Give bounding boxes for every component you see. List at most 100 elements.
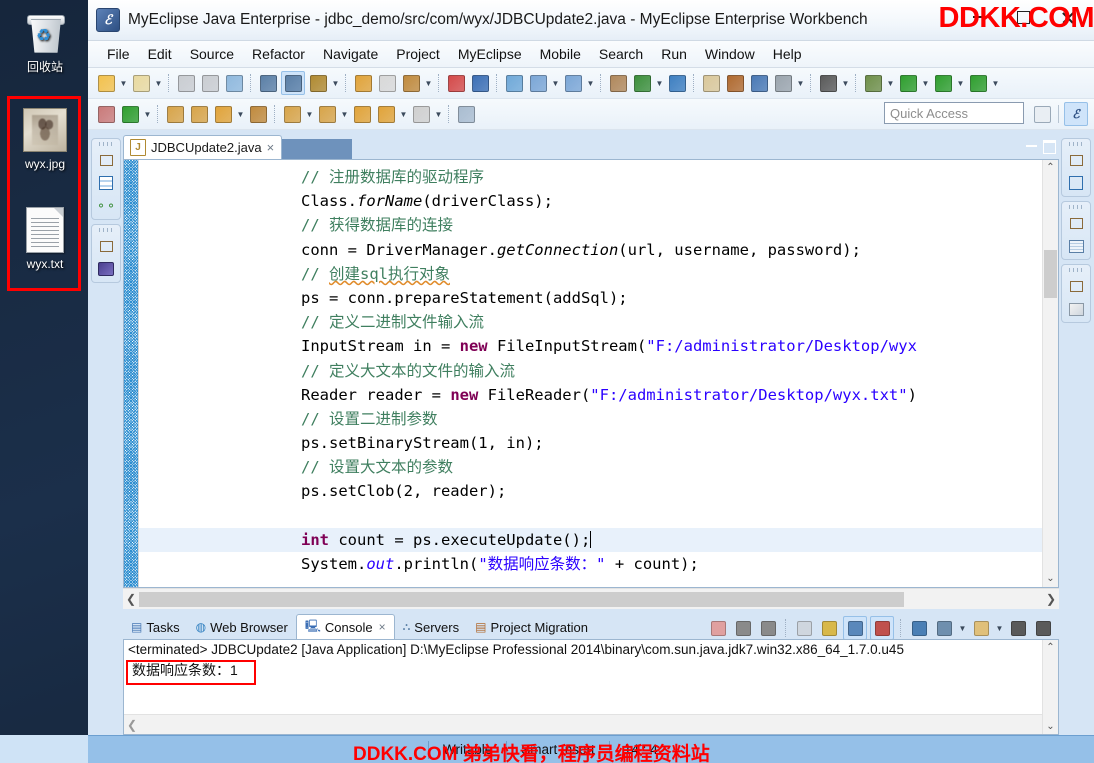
myeclipse-explorer-icon[interactable] [96, 260, 116, 278]
debug-icon[interactable] [862, 72, 884, 94]
new-java-project-icon[interactable] [130, 72, 152, 94]
menu-item-file[interactable]: File [98, 44, 139, 64]
scrollbar-thumb[interactable] [1044, 250, 1057, 298]
code-line[interactable]: // 定义二进制文件输入流 [139, 310, 1042, 334]
dropdown-arrow-icon[interactable]: ▼ [990, 72, 1001, 94]
run-server-icon[interactable] [631, 72, 653, 94]
globe-icon[interactable] [666, 72, 688, 94]
show-console-on-error-icon[interactable] [870, 616, 894, 640]
dropdown-arrow-icon[interactable]: ▼ [885, 72, 896, 94]
new-green-circle-icon[interactable] [119, 103, 141, 125]
open-console-icon[interactable] [970, 617, 992, 639]
dropdown-arrow-icon[interactable]: ▼ [339, 103, 350, 125]
view-grip[interactable] [1069, 268, 1083, 272]
dropdown-arrow-icon[interactable]: ▼ [153, 72, 164, 94]
clean-icon[interactable] [700, 72, 722, 94]
print-icon[interactable] [223, 72, 245, 94]
code-line[interactable]: // 创建sql执行对象 [139, 262, 1042, 286]
scroll-lock-icon[interactable] [818, 617, 840, 639]
dropdown-arrow-icon[interactable]: ▼ [330, 72, 341, 94]
menu-item-source[interactable]: Source [181, 44, 243, 64]
desktop-icon-recycle-bin[interactable]: ♻ 回收站 [3, 6, 87, 74]
open-folder-green-icon[interactable] [164, 103, 186, 125]
hscrollbar-thumb[interactable] [139, 591, 904, 607]
previous-annotation-icon[interactable] [316, 103, 338, 125]
menu-item-search[interactable]: Search [590, 44, 652, 64]
menu-item-mobile[interactable]: Mobile [531, 44, 590, 64]
menu-item-refactor[interactable]: Refactor [243, 44, 314, 64]
import-project-icon[interactable] [607, 72, 629, 94]
code-line[interactable]: int count = ps.executeUpdate(); [139, 527, 1042, 552]
code-line[interactable]: conn = DriverManager.getConnection(url, … [139, 238, 1042, 262]
dropdown-arrow-icon[interactable]: ▼ [142, 103, 153, 125]
code-line[interactable]: ps.setBinaryStream(1, in); [139, 431, 1042, 455]
menu-item-window[interactable]: Window [696, 44, 764, 64]
clear-console-icon[interactable] [793, 617, 815, 639]
open-resource-icon[interactable] [247, 103, 269, 125]
outline-icon[interactable] [1066, 174, 1086, 192]
dropdown-arrow-icon[interactable]: ▼ [118, 72, 129, 94]
server-cube-icon[interactable] [469, 72, 491, 94]
menu-item-edit[interactable]: Edit [139, 44, 181, 64]
tab-servers[interactable]: ⛬ Servers [395, 615, 468, 639]
save-all-icon[interactable] [199, 72, 221, 94]
myeclipse-perspective-icon[interactable]: ℰ [1064, 102, 1088, 126]
code-line[interactable]: System.out.println("数据响应条数：" + count); [139, 552, 1042, 576]
new-window-icon[interactable] [455, 103, 477, 125]
undo-icon[interactable] [352, 72, 374, 94]
scroll-right-icon[interactable]: ❯ [1043, 592, 1059, 606]
dropdown-arrow-icon[interactable]: ▼ [398, 103, 409, 125]
display-selected-console-icon[interactable] [933, 617, 955, 639]
scroll-down-icon[interactable]: ⌄ [1046, 571, 1054, 587]
web-20-icon[interactable] [503, 72, 525, 94]
debug-mobile-icon[interactable] [281, 71, 305, 95]
new-wizard-icon[interactable] [95, 72, 117, 94]
back-history-icon[interactable] [351, 103, 373, 125]
close-icon[interactable]: × [379, 620, 386, 634]
snapshot-icon[interactable] [817, 72, 839, 94]
editor-horizontal-scrollbar[interactable]: ❮ ❯ [123, 588, 1059, 609]
code-line[interactable]: ps = conn.prepareStatement(addSql); [139, 286, 1042, 310]
minimize-editor-icon[interactable] [1026, 145, 1037, 147]
run-configurations-icon[interactable] [932, 72, 954, 94]
dropdown-arrow-icon[interactable]: ▼ [433, 103, 444, 125]
code-line[interactable]: Class.forName(driverClass); [139, 189, 1042, 213]
maximize-view-icon[interactable] [1032, 617, 1054, 639]
dropdown-arrow-icon[interactable]: ▼ [994, 617, 1005, 639]
view-grip[interactable] [1069, 142, 1083, 146]
task-list-icon[interactable] [1066, 237, 1086, 255]
code-line[interactable]: Reader reader = new FileReader("F:/admin… [139, 383, 1042, 407]
scroll-left-icon[interactable]: ❮ [124, 718, 140, 732]
maximize-editor-icon[interactable] [1043, 140, 1056, 154]
editor-vertical-scrollbar[interactable]: ⌃ ⌄ [1042, 160, 1058, 587]
view-grip[interactable] [99, 142, 113, 146]
tab-project-migration[interactable]: ▤ Project Migration [467, 615, 596, 639]
close-icon[interactable]: × [267, 140, 275, 155]
show-console-on-output-icon[interactable] [843, 616, 867, 640]
view-grip[interactable] [1069, 205, 1083, 209]
next-annotation-icon[interactable] [281, 103, 303, 125]
run-mobile-icon[interactable] [257, 72, 279, 94]
remove-all-terminated-icon[interactable] [757, 617, 779, 639]
open-perspective-icon[interactable] [1031, 103, 1053, 125]
terminate-icon[interactable] [707, 617, 729, 639]
restore-view-icon-2[interactable] [1066, 214, 1086, 232]
dropdown-arrow-icon[interactable]: ▼ [235, 103, 246, 125]
menu-item-help[interactable]: Help [764, 44, 811, 64]
scroll-up-icon[interactable]: ⌃ [1046, 160, 1054, 176]
menu-item-navigate[interactable]: Navigate [314, 44, 387, 64]
dropdown-arrow-icon[interactable]: ▼ [920, 72, 931, 94]
code-line[interactable]: ps.setClob(2, reader); [139, 479, 1042, 503]
dropdown-arrow-icon[interactable]: ▼ [840, 72, 851, 94]
run-icon[interactable] [897, 72, 919, 94]
dropdown-arrow-icon[interactable]: ▼ [957, 617, 968, 639]
code-line[interactable]: // 设置二进制参数 [139, 407, 1042, 431]
dropdown-arrow-icon[interactable]: ▼ [550, 72, 561, 94]
console-vertical-scrollbar[interactable]: ⌃ ⌄ [1042, 640, 1058, 734]
dropdown-arrow-icon[interactable]: ▼ [955, 72, 966, 94]
menu-item-myeclipse[interactable]: MyEclipse [449, 44, 531, 64]
view-grip[interactable] [99, 228, 113, 232]
pencil-icon[interactable] [212, 103, 234, 125]
run-external-icon[interactable] [967, 72, 989, 94]
restore-view-icon[interactable] [1066, 151, 1086, 169]
